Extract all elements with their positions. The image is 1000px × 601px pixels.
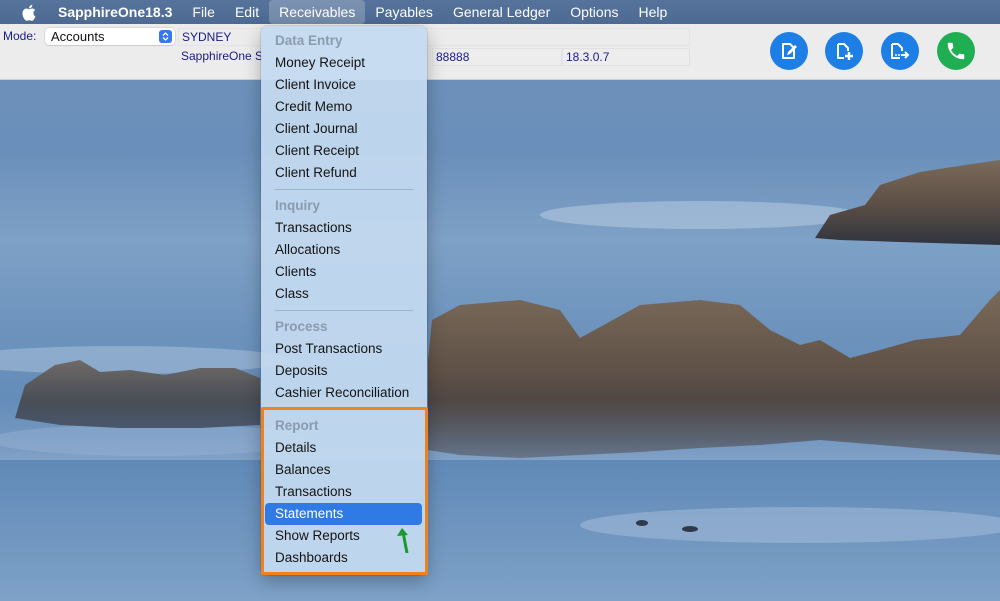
menu-separator [275,310,413,311]
location-field: SYDNEY [178,28,690,46]
menu-item-clients[interactable]: Clients [265,261,422,283]
document-plus-icon [837,43,853,60]
company-value: SapphireOne S [181,49,264,63]
version-field: 18.3.0.7 [562,48,690,66]
menu-item-details[interactable]: Details [265,437,422,459]
menu-general-ledger[interactable]: General Ledger [443,0,560,24]
mode-label: Mode: [3,29,37,43]
menu-bar: SapphireOne18.3 File Edit Receivables Pa… [0,0,1000,24]
menu-section-report: Report [275,418,319,433]
menu-separator [275,189,413,190]
menu-app-name[interactable]: SapphireOne18.3 [58,0,182,24]
apple-logo-icon[interactable] [19,0,39,24]
wallpaper-seascape [0,160,1000,543]
menu-item-credit-memo[interactable]: Credit Memo [265,96,422,118]
phone-icon [947,42,965,60]
location-value: SYDNEY [182,30,232,44]
menu-item-inquiry-transactions[interactable]: Transactions [265,217,422,239]
menu-item-report-transactions[interactable]: Transactions [265,481,422,503]
menu-item-post-transactions[interactable]: Post Transactions [265,338,422,360]
menu-edit[interactable]: Edit [225,0,269,24]
menu-item-client-refund[interactable]: Client Refund [265,162,422,184]
menu-item-deposits[interactable]: Deposits [265,360,422,382]
menu-item-balances[interactable]: Balances [265,459,422,481]
export-document-button[interactable] [881,32,919,70]
menu-section-process: Process [275,319,328,334]
menu-options[interactable]: Options [560,0,628,24]
mode-select[interactable]: Accounts [45,28,175,45]
menu-item-client-invoice[interactable]: Client Invoice [265,74,422,96]
document-pencil-icon [782,43,797,59]
phone-button[interactable] [937,32,975,70]
menu-item-money-receipt[interactable]: Money Receipt [265,52,422,74]
green-arrow-icon [397,528,409,554]
menu-help[interactable]: Help [628,0,677,24]
menu-section-data-entry: Data Entry [275,33,343,48]
menu-item-allocations[interactable]: Allocations [265,239,422,261]
menu-payables[interactable]: Payables [365,0,443,24]
menu-receivables[interactable]: Receivables [269,0,366,24]
edit-document-button[interactable] [770,32,808,70]
account-number-value: 88888 [436,50,470,64]
menu-item-cashier-reconciliation[interactable]: Cashier Reconciliation [265,382,422,404]
account-number-field: 88888 [432,48,562,66]
menu-item-client-receipt[interactable]: Client Receipt [265,140,422,162]
menu-item-client-journal[interactable]: Client Journal [265,118,422,140]
desktop-wallpaper [0,0,1000,601]
version-value: 18.3.0.7 [566,50,610,64]
mode-select-value: Accounts [51,29,105,44]
receivables-dropdown-menu: Data Entry Money Receipt Client Invoice … [261,26,427,575]
menu-item-statements[interactable]: Statements [265,503,422,525]
app-toolbar: Mode: Accounts SYDNEY SapphireOne S 8888… [0,24,1000,80]
menu-item-class[interactable]: Class [265,283,422,305]
select-stepper-icon [159,30,172,43]
new-document-button[interactable] [825,32,863,70]
menu-section-inquiry: Inquiry [275,198,321,213]
menu-file[interactable]: File [182,0,225,24]
document-arrow-icon [891,43,910,59]
